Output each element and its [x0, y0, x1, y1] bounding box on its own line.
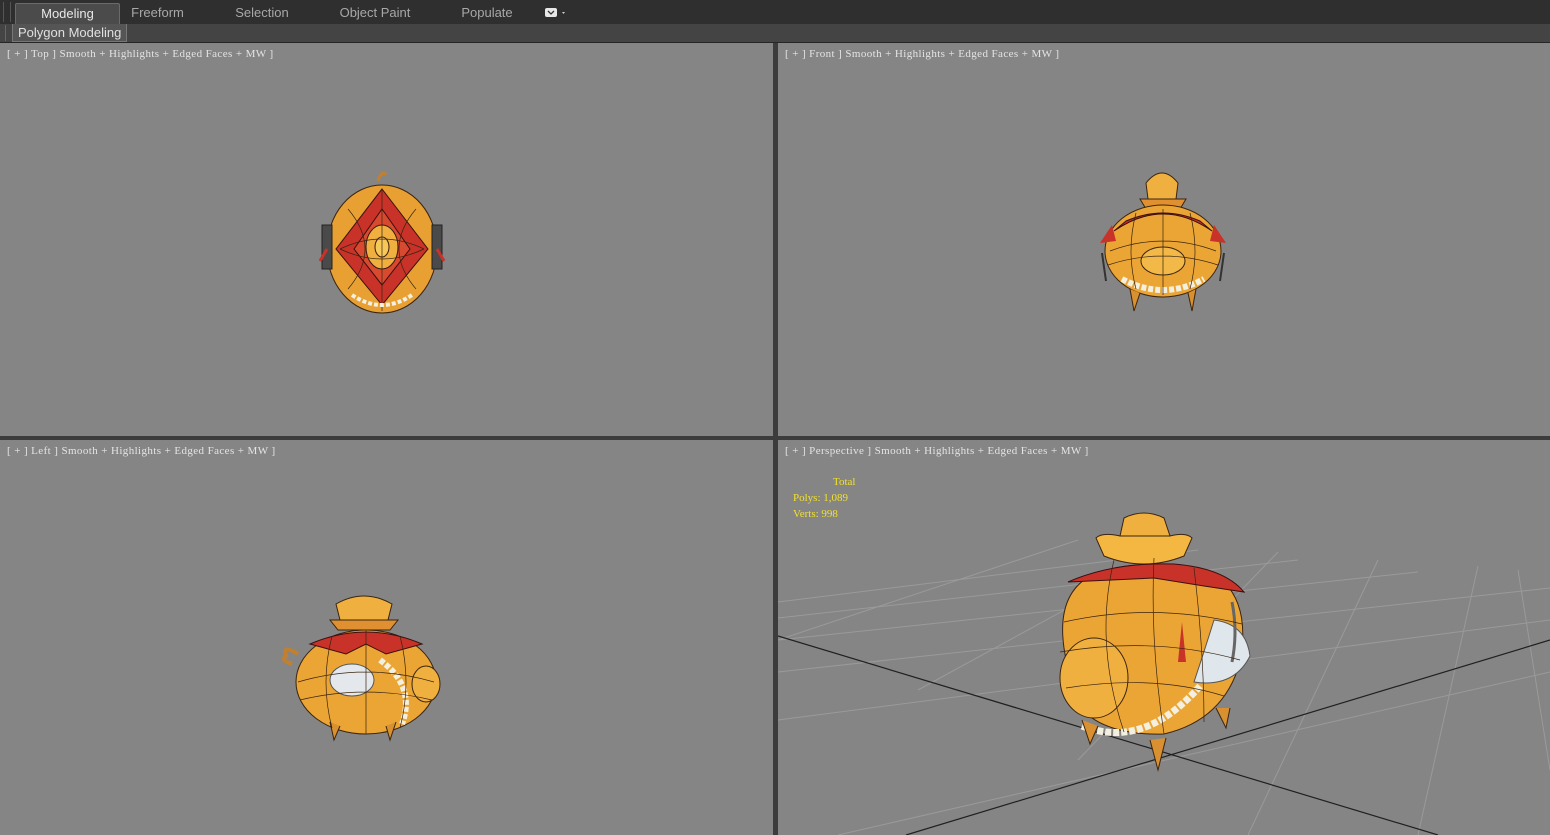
viewport-perspective[interactable]: [ + ] Perspective ] Smooth + Highlights …	[778, 440, 1550, 835]
pig-model-perspective-view[interactable]	[1054, 512, 1276, 774]
viewport-left[interactable]: [ + ] Left ] Smooth + Highlights + Edged…	[0, 440, 773, 835]
panel-grip[interactable]	[5, 25, 9, 41]
tab-freeform[interactable]: Freeform	[120, 3, 195, 23]
viewport-top[interactable]: [ + ] Top ] Smooth + Highlights + Edged …	[0, 43, 773, 436]
pig-model-left-view[interactable]	[276, 590, 446, 742]
stats-header: Total	[833, 476, 856, 488]
tab-selection[interactable]: Selection	[222, 3, 302, 23]
viewport-divider-horizontal[interactable]	[0, 436, 1550, 440]
chevron-down-icon	[545, 8, 565, 17]
ribbon-tab-bar: Modeling Freeform Selection Object Paint…	[0, 0, 1550, 25]
ribbon-grip[interactable]	[3, 2, 11, 22]
tab-populate[interactable]: Populate	[452, 3, 522, 23]
tab-object-paint[interactable]: Object Paint	[332, 3, 418, 23]
viewport-front[interactable]: [ + ] Front ] Smooth + Highlights + Edge…	[778, 43, 1550, 436]
pig-model-top-view[interactable]	[318, 165, 446, 317]
polygon-modeling-panel[interactable]: Polygon Modeling	[12, 24, 128, 42]
ribbon-options-button[interactable]	[543, 6, 569, 20]
poly-stats: Total Polys: 1,089 Verts: 998	[793, 474, 855, 522]
viewport-left-label[interactable]: [ + ] Left ] Smooth + Highlights + Edged…	[7, 445, 276, 457]
viewport-front-label[interactable]: [ + ] Front ] Smooth + Highlights + Edge…	[785, 48, 1059, 60]
viewport-perspective-label[interactable]: [ + ] Perspective ] Smooth + Highlights …	[785, 445, 1089, 457]
ribbon-panel-bar: Polygon Modeling	[0, 24, 1550, 43]
stats-verts: Verts: 998	[793, 508, 838, 520]
pig-model-front-view[interactable]	[1096, 161, 1230, 313]
tab-modeling[interactable]: Modeling	[15, 3, 120, 24]
viewport-top-label[interactable]: [ + ] Top ] Smooth + Highlights + Edged …	[7, 48, 274, 60]
stats-polys: Polys: 1,089	[793, 492, 849, 504]
